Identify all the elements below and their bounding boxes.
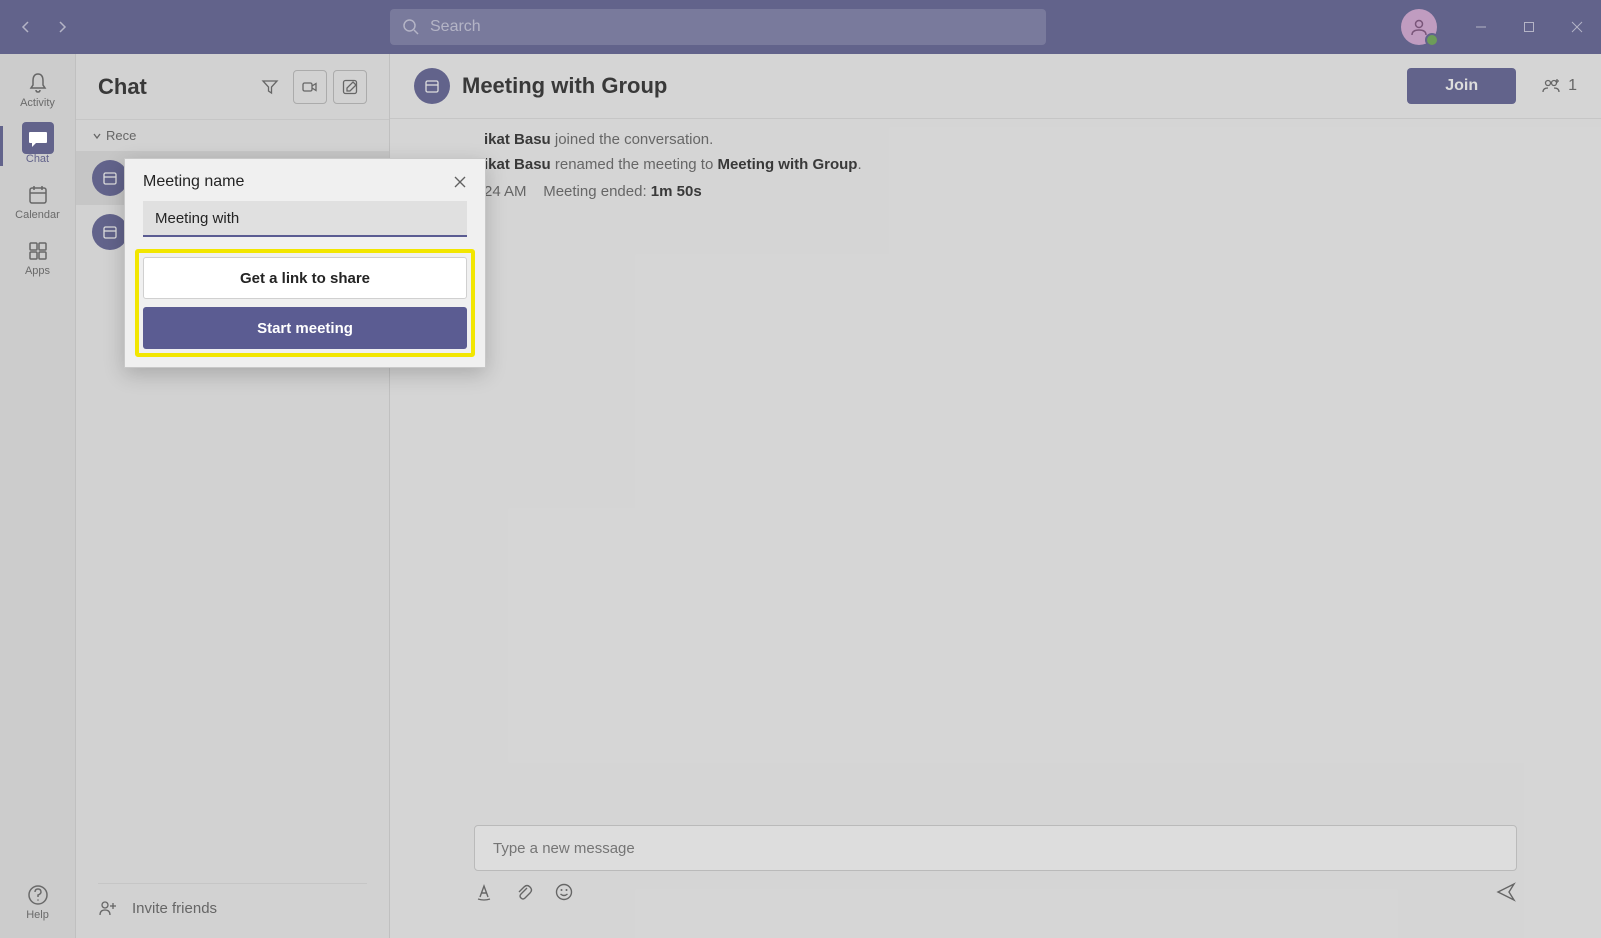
compose-toolbar (474, 881, 1517, 908)
people-icon (1540, 75, 1562, 97)
chat-avatar (92, 214, 128, 250)
meeting-time: 24 AM (484, 183, 527, 200)
popover-header: Meeting name (125, 159, 485, 201)
meeting-name-input[interactable] (143, 201, 467, 237)
chat-panel-header: Chat (76, 54, 389, 120)
participants-button[interactable]: 1 (1540, 75, 1577, 97)
nav-arrows (12, 13, 76, 41)
emoji-button[interactable] (554, 882, 574, 907)
user-name: ikat Basu (484, 156, 551, 173)
popover-close-button[interactable] (453, 175, 467, 189)
rail-label: Activity (20, 97, 55, 109)
participant-count: 1 (1568, 77, 1577, 95)
calendar-icon (101, 169, 119, 187)
rail-help[interactable]: Help (0, 874, 76, 930)
attachment-icon (514, 882, 534, 902)
meet-now-button[interactable] (293, 70, 327, 104)
recent-section[interactable]: Rece (76, 120, 389, 151)
message-input[interactable] (493, 840, 1498, 857)
titlebar-right (1401, 0, 1601, 54)
highlighted-actions: Get a link to share Start meeting (135, 249, 475, 357)
titlebar (0, 0, 1601, 54)
search-box[interactable] (390, 9, 1046, 45)
rail-activity[interactable]: Activity (0, 62, 76, 118)
help-icon (26, 883, 50, 907)
chat-icon (26, 127, 50, 151)
search-input[interactable] (430, 18, 1034, 36)
app-rail: Activity Chat Calendar Apps Help (0, 54, 76, 938)
rail-label: Help (26, 909, 49, 921)
meeting-popover: Meeting name Get a link to share Start m… (124, 158, 486, 368)
meeting-name: Meeting with Group (717, 156, 857, 173)
system-text: joined the conversation. (551, 131, 714, 148)
minimize-icon (1475, 21, 1487, 33)
close-icon (453, 175, 467, 189)
system-message: 24 AM Meeting ended: 1m 50s (484, 183, 1577, 200)
presence-indicator (1425, 33, 1439, 47)
system-text: renamed the meeting to (551, 156, 718, 173)
chevron-down-icon (92, 131, 102, 141)
chat-panel-title: Chat (98, 74, 253, 100)
apps-icon (26, 239, 50, 263)
filter-icon (261, 78, 279, 96)
rail-label: Calendar (15, 209, 60, 221)
rail-label: Chat (26, 153, 49, 165)
compose-area (390, 825, 1601, 938)
recent-label-text: Rece (106, 128, 136, 143)
conversation-title: Meeting with Group (462, 73, 1407, 99)
rail-calendar[interactable]: Calendar (0, 174, 76, 230)
emoji-icon (554, 882, 574, 902)
user-name: ikat Basu (484, 131, 551, 148)
close-window-button[interactable] (1553, 0, 1601, 54)
invite-icon (98, 898, 118, 918)
message-input-box[interactable] (474, 825, 1517, 871)
format-icon (474, 882, 494, 902)
compose-icon (341, 78, 359, 96)
invite-friends[interactable]: Invite friends (98, 883, 367, 918)
conversation-avatar (414, 68, 450, 104)
popover-title: Meeting name (143, 173, 453, 191)
calendar-icon (26, 183, 50, 207)
start-meeting-button[interactable]: Start meeting (143, 307, 467, 349)
chevron-left-icon (18, 19, 34, 35)
get-link-button[interactable]: Get a link to share (143, 257, 467, 299)
rail-chat[interactable]: Chat (0, 118, 76, 174)
forward-button[interactable] (48, 13, 76, 41)
meeting-duration: 1m 50s (651, 183, 702, 200)
rail-apps[interactable]: Apps (0, 230, 76, 286)
minimize-button[interactable] (1457, 0, 1505, 54)
main-area: Meeting with Group Join 1 ikat Basu join… (390, 54, 1601, 938)
conversation-header: Meeting with Group Join 1 (390, 54, 1601, 119)
conversation-body: ikat Basu joined the conversation. ikat … (390, 119, 1601, 220)
maximize-button[interactable] (1505, 0, 1553, 54)
chat-avatar (92, 160, 128, 196)
rail-label: Apps (25, 265, 50, 277)
user-avatar[interactable] (1401, 9, 1437, 45)
invite-friends-label: Invite friends (132, 900, 217, 917)
format-button[interactable] (474, 882, 494, 907)
system-message: ikat Basu joined the conversation. (484, 131, 1577, 148)
system-text: . (857, 156, 861, 173)
calendar-icon (101, 223, 119, 241)
join-button[interactable]: Join (1407, 68, 1516, 104)
maximize-icon (1523, 21, 1535, 33)
close-icon (1571, 21, 1583, 33)
meeting-ended-label: Meeting ended: (543, 183, 651, 200)
bell-icon (26, 71, 50, 95)
filter-button[interactable] (253, 70, 287, 104)
back-button[interactable] (12, 13, 40, 41)
calendar-icon (423, 77, 441, 95)
person-icon (1409, 17, 1429, 37)
new-chat-button[interactable] (333, 70, 367, 104)
system-message: ikat Basu renamed the meeting to Meeting… (484, 156, 1577, 173)
send-icon (1495, 881, 1517, 903)
attach-button[interactable] (514, 882, 534, 907)
chevron-right-icon (54, 19, 70, 35)
send-button[interactable] (1495, 881, 1517, 908)
search-icon (402, 18, 420, 36)
video-icon (301, 78, 319, 96)
